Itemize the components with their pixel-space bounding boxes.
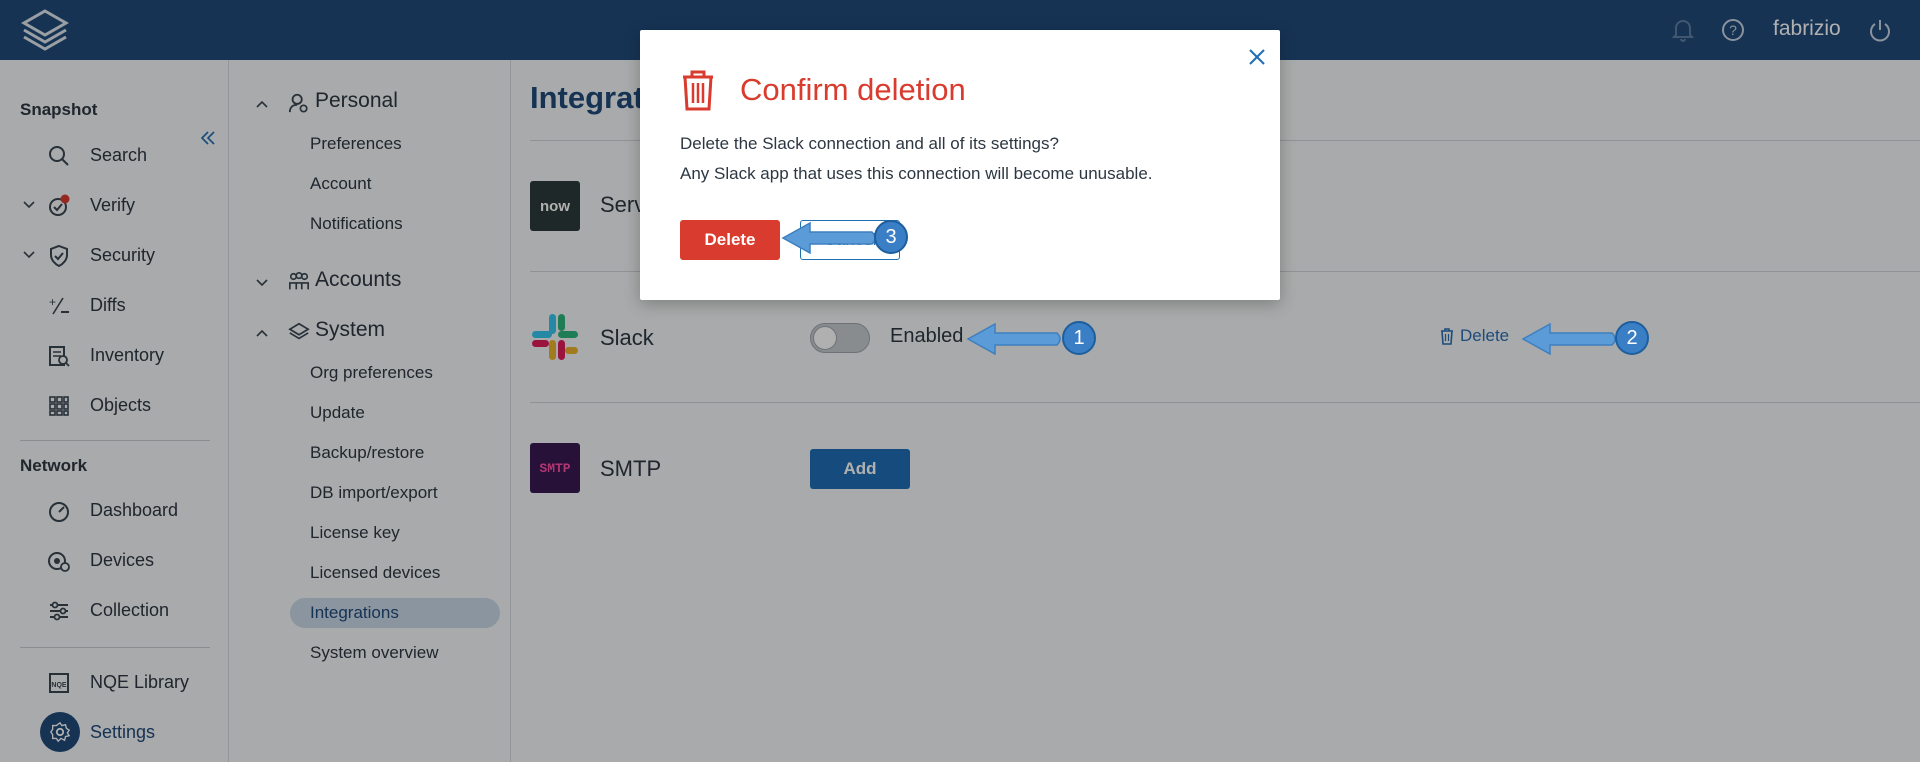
close-icon[interactable] — [1244, 44, 1270, 70]
trash-icon — [683, 70, 713, 111]
dialog-title: Confirm deletion — [740, 72, 966, 107]
dialog-message-line1: Delete the Slack connection and all of i… — [680, 134, 1059, 153]
annotation-badge-1: 1 — [1062, 321, 1096, 355]
confirm-delete-button[interactable]: Delete — [680, 220, 780, 260]
confirm-deletion-dialog: Confirm deletion Delete the Slack connec… — [640, 30, 1280, 300]
dialog-message-line2: Any Slack app that uses this connection … — [680, 164, 1153, 183]
annotation-badge-2: 2 — [1615, 321, 1649, 355]
annotation-badge-3: 3 — [874, 220, 908, 254]
